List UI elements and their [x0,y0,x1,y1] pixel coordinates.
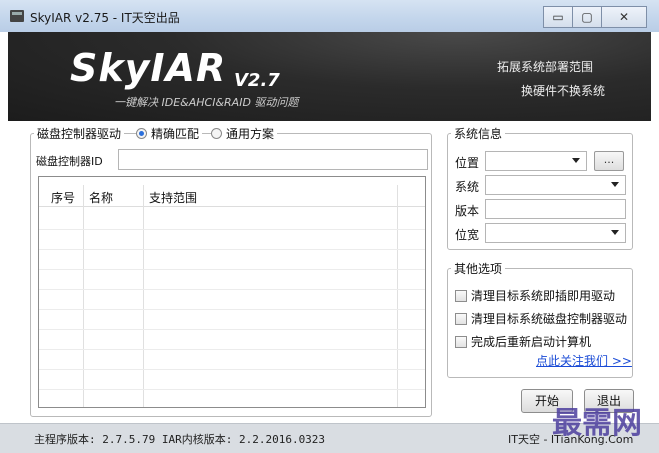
system-select[interactable] [485,175,626,195]
driver-table[interactable]: 序号 名称 支持范围 [38,176,426,408]
chevron-down-icon [611,230,619,235]
other-options-legend: 其他选项 [451,260,506,277]
system-label: 系统 [455,180,480,194]
option-clean-disk-driver[interactable]: 清理目标系统磁盘控制器驱动 [455,310,627,327]
logo-version: V2.7 [234,70,280,91]
checkbox[interactable] [455,312,467,325]
controller-id-label: 磁盘控制器ID [36,155,103,168]
location-label: 位置 [455,156,480,170]
row-divider [39,329,425,330]
option-clean-pnp[interactable]: 清理目标系统即插即用驱动 [455,287,615,304]
watermark: 最需网 [552,406,642,441]
banner-slogan-1: 拓展系统部署范围 [496,60,593,74]
app-icon [10,10,24,22]
table-header: 序号 名称 支持范围 [39,185,425,207]
logo-subtitle: 一键解决 IDE&AHCI&RAID 驱动问题 [114,96,299,109]
radio-generic-label[interactable]: 通用方案 [226,125,274,142]
checkbox[interactable] [455,335,467,348]
radio-exact-match-label[interactable]: 精确匹配 [151,125,199,142]
header-banner: SkyIAR V2.7 一键解决 IDE&AHCI&RAID 驱动问题 拓展系统… [8,32,651,121]
follow-us-link[interactable]: 点此关注我们 >> [536,352,632,369]
banner-slogan-2: 换硬件不换系统 [520,84,605,98]
column-header-name[interactable]: 名称 [89,189,113,206]
row-divider [39,349,425,350]
row-divider [39,309,425,310]
row-divider [39,269,425,270]
disk-driver-legend: 磁盘控制器驱动 [34,125,125,142]
app-logo: SkyIAR [70,46,227,90]
title-bar: SkyIAR v2.75 - IT天空出品 ▭ ▢ ✕ [0,0,659,32]
row-divider [39,369,425,370]
row-divider [39,229,425,230]
bitness-select[interactable] [485,223,626,243]
column-header-support[interactable]: 支持范围 [149,189,197,206]
browse-button[interactable]: ... [594,151,624,171]
chevron-down-icon [611,182,619,187]
row-divider [39,389,425,390]
version-status: 主程序版本: 2.7.5.79 IAR内核版本: 2.2.2016.0323 [34,433,326,446]
minimize-button[interactable]: ▭ [543,6,573,28]
chevron-down-icon [572,158,580,163]
version-field[interactable] [485,199,626,219]
version-label: 版本 [455,204,480,218]
bitness-label: 位宽 [455,228,480,242]
option-restart-label[interactable]: 完成后重新启动计算机 [471,333,591,350]
radio-exact-match-indicator[interactable] [136,128,147,139]
radio-generic-indicator[interactable] [211,128,222,139]
controller-id-input[interactable] [118,149,428,170]
option-clean-pnp-label[interactable]: 清理目标系统即插即用驱动 [471,287,615,304]
checkbox[interactable] [455,289,467,302]
window-title: SkyIAR v2.75 - IT天空出品 [30,11,180,25]
column-divider [143,185,144,407]
option-restart[interactable]: 完成后重新启动计算机 [455,333,591,350]
option-clean-disk-driver-label[interactable]: 清理目标系统磁盘控制器驱动 [471,310,627,327]
window-controls: ▭ ▢ ✕ [543,6,647,28]
column-divider [397,185,398,407]
radio-exact-match[interactable]: 精确匹配 [136,125,203,142]
row-divider [39,289,425,290]
row-divider [39,249,425,250]
maximize-button[interactable]: ▢ [572,6,602,28]
location-select[interactable] [485,151,587,171]
column-header-index[interactable]: 序号 [51,189,75,206]
close-button[interactable]: ✕ [601,6,647,28]
radio-generic[interactable]: 通用方案 [211,125,278,142]
column-divider [83,185,84,407]
system-info-legend: 系统信息 [451,125,506,142]
